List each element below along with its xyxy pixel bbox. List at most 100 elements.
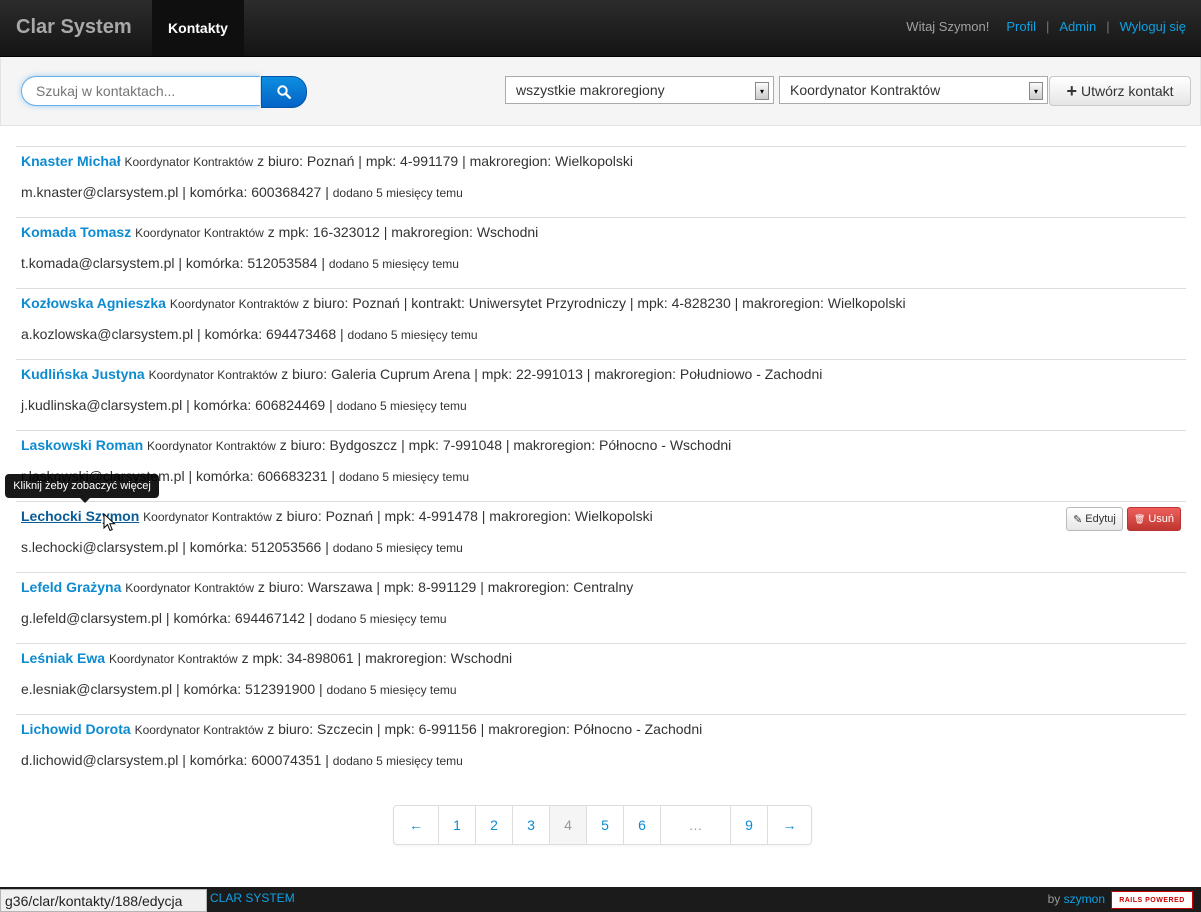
footer-author-link[interactable]: szymon	[1064, 892, 1105, 906]
contact-added-time: dodano 5 miesięcy temu	[316, 612, 447, 626]
pagination-prev[interactable]: ←	[394, 806, 438, 844]
filter-toolbar: wszystkie makroregiony ▾ Koordynator Kon…	[0, 57, 1201, 126]
brand-logo[interactable]: Clar System	[16, 16, 132, 39]
contact-name-link[interactable]: Leśniak Ewa	[21, 650, 105, 666]
search-button[interactable]	[261, 76, 307, 108]
pagination-page[interactable]: 9	[730, 806, 767, 844]
contact-row: Knaster Michał Koordynator Kontraktów z …	[16, 146, 1186, 217]
contact-row: Laskowski Roman Koordynator Kontraktów z…	[16, 430, 1186, 501]
contact-details: z biuro: Bydgoszcz | mpk: 7-991048 | mak…	[279, 437, 732, 453]
nav-separator: |	[1106, 19, 1110, 34]
profile-link[interactable]: Profil	[1006, 19, 1036, 34]
contact-role: Koordynator Kontraktów	[135, 226, 264, 240]
rails-badge-label: RAILS POWERED	[1119, 896, 1185, 904]
contact-added-time: dodano 5 miesięcy temu	[347, 328, 478, 342]
search-input[interactable]	[21, 76, 260, 106]
row-actions: ✎ Edytuj 🗑 Usuń	[1066, 507, 1181, 531]
edit-icon: ✎	[1073, 513, 1083, 526]
contact-name-link[interactable]: Lefeld Grażyna	[21, 579, 121, 595]
admin-link[interactable]: Admin	[1059, 19, 1096, 34]
contact-row: Kozłowska Agnieszka Koordynator Kontrakt…	[16, 288, 1186, 359]
pagination-ellipsis: …	[660, 806, 730, 844]
nav-tab-kontakty[interactable]: Kontakty	[152, 0, 244, 56]
contact-info: j.kudlinska@clarsystem.pl | komórka: 606…	[21, 397, 467, 413]
nav-separator: |	[1046, 19, 1050, 34]
contact-added-time: dodano 5 miesięcy temu	[336, 399, 467, 413]
pagination-page[interactable]: 2	[475, 806, 512, 844]
logout-link[interactable]: Wyloguj się	[1120, 19, 1186, 34]
search-icon	[277, 85, 291, 99]
contact-details: z biuro: Szczecin | mpk: 6-991156 | makr…	[267, 721, 703, 737]
pagination-page[interactable]: 4	[549, 806, 586, 844]
contact-info: t.komada@clarsystem.pl | komórka: 512053…	[21, 255, 459, 271]
contact-row: Lechocki Szymon Koordynator Kontraktów z…	[16, 501, 1186, 572]
contact-summary: Knaster Michał Koordynator Kontraktów z …	[21, 153, 633, 169]
contact-role: Koordynator Kontraktów	[143, 510, 272, 524]
contact-details: z biuro: Poznań | kontrakt: Uniwersytet …	[302, 295, 906, 311]
contact-added-time: dodano 5 miesięcy temu	[332, 186, 463, 200]
contact-added-time: dodano 5 miesięcy temu	[338, 470, 470, 484]
contact-row: Lefeld Grażyna Koordynator Kontraktów z …	[16, 572, 1186, 643]
contact-details: z biuro: Galeria Cuprum Arena | mpk: 22-…	[281, 366, 823, 382]
create-contact-label: Utwórz kontakt	[1080, 83, 1174, 99]
contact-role: Koordynator Kontraktów	[125, 581, 255, 595]
contact-added-time: dodano 5 miesięcy temu	[326, 683, 457, 697]
top-navbar: Clar System Kontakty Witaj Szymon! Profi…	[0, 0, 1201, 57]
contact-summary: Lefeld Grażyna Koordynator Kontraktów z …	[21, 579, 633, 595]
contact-email-phone: e.lesniak@clarsystem.pl | komórka: 51239…	[21, 681, 323, 697]
contact-summary: Kozłowska Agnieszka Koordynator Kontrakt…	[21, 295, 906, 311]
contact-name-link[interactable]: Knaster Michał	[21, 153, 121, 169]
contact-role: Koordynator Kontraktów	[147, 439, 276, 453]
mouse-cursor-icon	[103, 513, 116, 532]
contact-name-link[interactable]: Kudlińska Justyna	[21, 366, 145, 382]
pagination-page[interactable]: 6	[623, 806, 660, 844]
contact-info: g.lefeld@clarsystem.pl | komórka: 694467…	[21, 610, 447, 626]
contact-row: Kudlińska Justyna Koordynator Kontraktów…	[16, 359, 1186, 430]
contact-info: m.knaster@clarsystem.pl | komórka: 60036…	[21, 184, 463, 200]
contact-added-time: dodano 5 miesięcy temu	[332, 541, 463, 555]
pagination-page[interactable]: 1	[438, 806, 475, 844]
pagination-next[interactable]: →	[767, 806, 811, 844]
trash-icon: 🗑	[1133, 513, 1146, 524]
role-select-value: Koordynator Kontraktów	[790, 82, 941, 98]
delete-label: Usuń	[1148, 513, 1174, 525]
create-contact-button[interactable]: + Utwórz kontakt	[1049, 76, 1191, 106]
contact-summary: Leśniak Ewa Koordynator Kontraktów z mpk…	[21, 650, 512, 666]
contact-row: Komada Tomasz Koordynator Kontraktów z m…	[16, 217, 1186, 288]
contact-details: z biuro: Poznań | mpk: 4-991478 | makror…	[275, 508, 653, 524]
contact-name-link[interactable]: Kozłowska Agnieszka	[21, 295, 166, 311]
contact-email-phone: d.lichowid@clarsystem.pl | komórka: 6000…	[21, 752, 329, 768]
contact-name-link[interactable]: Laskowski Roman	[21, 437, 143, 453]
contact-role: Koordynator Kontraktów	[108, 652, 238, 666]
contact-row: Lichowid Dorota Koordynator Kontraktów z…	[16, 714, 1186, 785]
greeting-text: Witaj Szymon!	[906, 19, 990, 34]
delete-button[interactable]: 🗑 Usuń	[1126, 507, 1181, 531]
contact-details: z biuro: Poznań | mpk: 4-991179 | makror…	[257, 153, 633, 169]
pagination: ← 1 2 3 4 5 6… 9 →	[393, 805, 812, 845]
contact-email-phone: s.lechocki@clarsystem.pl | komórka: 5120…	[21, 539, 329, 555]
contact-name-link[interactable]: Lichowid Dorota	[21, 721, 131, 737]
plus-icon: +	[1066, 81, 1077, 101]
contact-details: z biuro: Warszawa | mpk: 8-991129 | makr…	[257, 579, 634, 595]
rails-powered-badge[interactable]: RAILS POWERED	[1111, 891, 1193, 909]
contact-name-link[interactable]: Lechocki Szymon	[21, 508, 139, 524]
footer-author: by szymon	[1048, 892, 1105, 906]
edit-label: Edytuj	[1085, 513, 1116, 525]
contact-summary: Kudlińska Justyna Koordynator Kontraktów…	[21, 366, 822, 382]
contact-details: z mpk: 34-898061 | makroregion: Wschodni	[241, 650, 513, 666]
user-menu: Witaj Szymon! Profil | Admin | Wyloguj s…	[906, 19, 1186, 34]
contact-info: a.kozlowska@clarsystem.pl | komórka: 694…	[21, 326, 478, 342]
contact-info: d.lichowid@clarsystem.pl | komórka: 6000…	[21, 752, 463, 768]
pagination-page[interactable]: 5	[586, 806, 623, 844]
pagination-page[interactable]: 3	[512, 806, 549, 844]
contact-email-phone: m.knaster@clarsystem.pl | komórka: 60036…	[21, 184, 329, 200]
contact-summary: Komada Tomasz Koordynator Kontraktów z m…	[21, 224, 538, 240]
contact-info: s.lechocki@clarsystem.pl | komórka: 5120…	[21, 539, 463, 555]
region-select[interactable]: wszystkie makroregiony ▾	[505, 76, 774, 104]
edit-button[interactable]: ✎ Edytuj	[1066, 507, 1123, 531]
role-select[interactable]: Koordynator Kontraktów ▾	[779, 76, 1048, 104]
contact-info: e.lesniak@clarsystem.pl | komórka: 51239…	[21, 681, 457, 697]
contact-name-link[interactable]: Komada Tomasz	[21, 224, 131, 240]
contact-email-phone: a.kozlowska@clarsystem.pl | komórka: 694…	[21, 326, 344, 342]
contact-role: Koordynator Kontraktów	[124, 155, 254, 169]
